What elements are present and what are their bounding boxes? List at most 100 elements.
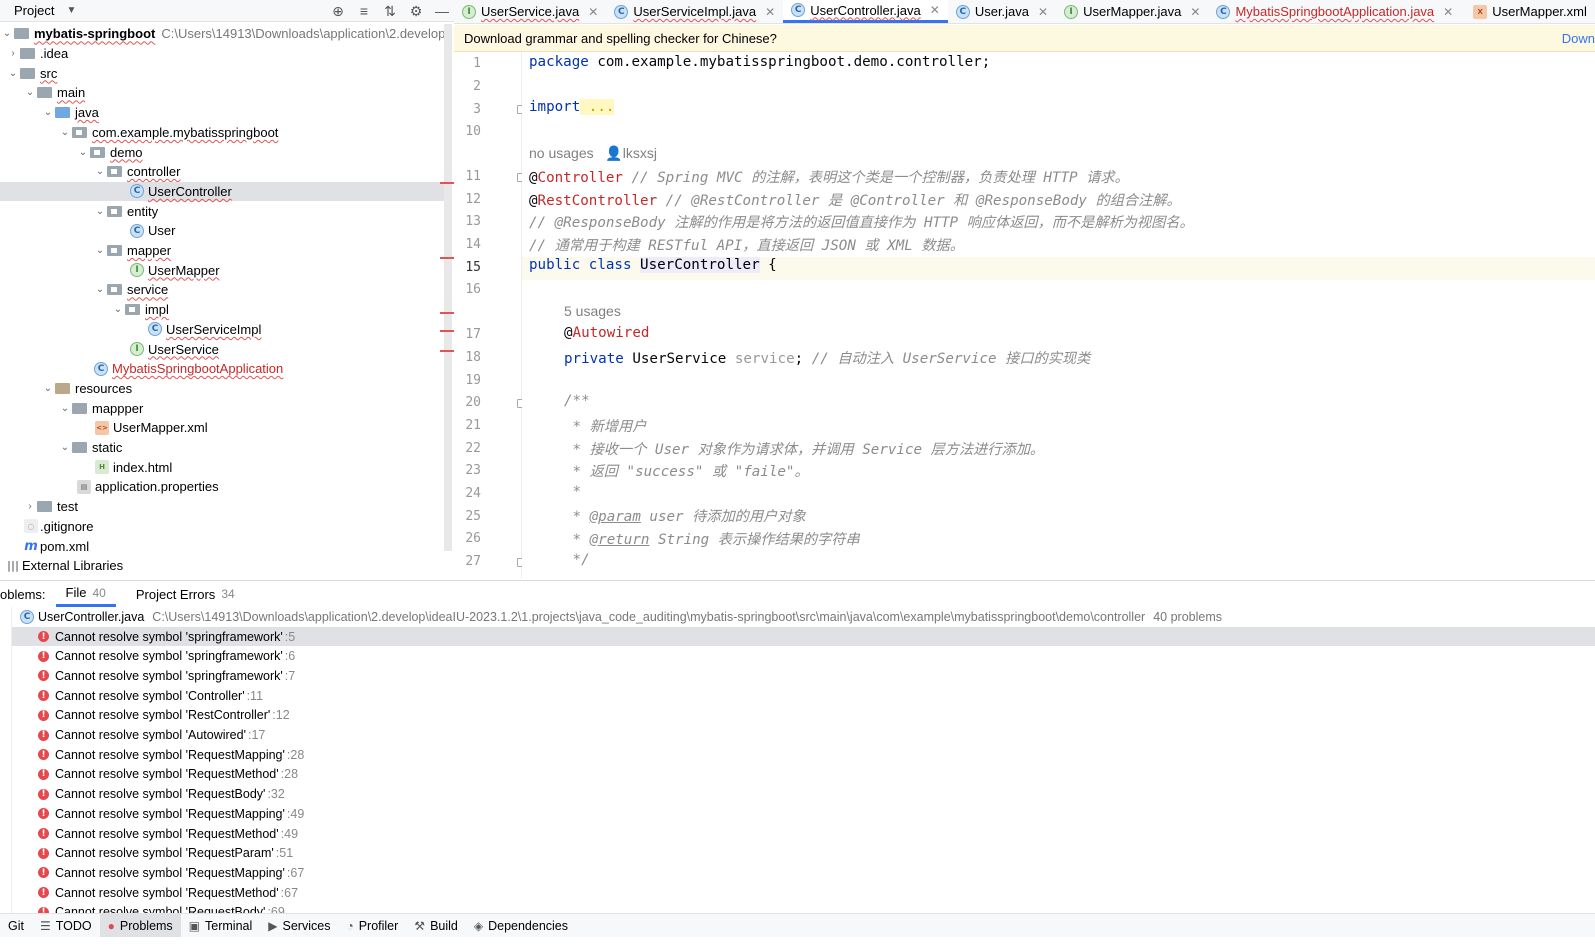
chevron-down-icon[interactable]: ⌄: [93, 284, 107, 295]
problem-item[interactable]: ! Cannot resolve symbol 'springframework'…: [12, 666, 1595, 686]
error-stripe-mark[interactable]: [440, 257, 454, 259]
tree-item-root[interactable]: ⌄ mybatis-springboot C:\Users\14913\Down…: [0, 24, 444, 44]
folded-imports[interactable]: ...: [580, 99, 615, 115]
problem-item[interactable]: ! Cannot resolve symbol 'RestController':…: [12, 706, 1595, 726]
tab-userservice[interactable]: I UserService.java ✕: [454, 0, 606, 23]
close-icon[interactable]: ✕: [1443, 5, 1453, 19]
toolwindow-build[interactable]: ⚒ Build: [406, 914, 466, 938]
chevron-down-icon[interactable]: ⌄: [41, 107, 55, 118]
chevron-down-icon[interactable]: ⌄: [0, 28, 14, 39]
problems-file-row[interactable]: C UserController.java C:\Users\14913\Dow…: [12, 607, 1595, 627]
vertical-scrollbar[interactable]: [444, 24, 452, 551]
close-icon[interactable]: ✕: [930, 3, 940, 17]
chevron-down-icon[interactable]: ⌄: [93, 206, 107, 217]
toolwindow-profiler[interactable]: ◔ Profiler: [338, 914, 406, 938]
chevron-down-icon[interactable]: ▼: [66, 5, 76, 16]
tab-application[interactable]: C MybatisSpringbootApplication.java ✕: [1208, 0, 1461, 23]
tree-item-demo[interactable]: ⌄ demo: [0, 142, 444, 162]
tab-usermapper-xml[interactable]: X UserMapper.xml: [1461, 0, 1595, 23]
tree-item-mapper[interactable]: ⌄ mapper: [0, 241, 444, 261]
tree-item-external-libraries[interactable]: ||| External Libraries: [0, 556, 444, 576]
chevron-down-icon[interactable]: ⌄: [58, 442, 72, 453]
tree-item-java[interactable]: ⌄ java: [0, 103, 444, 123]
problem-item[interactable]: ! Cannot resolve symbol 'RequestMethod':6…: [12, 883, 1595, 903]
tree-item-pom[interactable]: m pom.xml: [0, 536, 444, 556]
gear-icon[interactable]: ⚙: [408, 3, 424, 20]
problem-item[interactable]: ! Cannot resolve symbol 'springframework'…: [12, 626, 1595, 647]
chevron-down-icon[interactable]: ⌄: [23, 87, 37, 98]
close-icon[interactable]: ✕: [588, 5, 598, 19]
toolwindow-services[interactable]: ▶ Services: [260, 914, 338, 938]
tree-item-usercontroller[interactable]: C UserController: [0, 181, 444, 202]
tab-project-errors[interactable]: Project Errors 34: [126, 581, 245, 607]
tree-item-package-root[interactable]: ⌄ com.example.mybatisspringboot: [0, 123, 444, 143]
chevron-down-icon[interactable]: ⌄: [111, 304, 125, 315]
tree-item-resources[interactable]: ⌄ resources: [0, 379, 444, 399]
error-stripe-mark[interactable]: [440, 350, 454, 352]
tree-item-gitignore[interactable]: ◌ .gitignore: [0, 517, 444, 537]
download-link[interactable]: Down: [1562, 31, 1595, 46]
toolwindow-dependencies[interactable]: ◈ Dependencies: [466, 914, 576, 938]
tree-item-userservice[interactable]: I UserService: [0, 339, 444, 359]
tree-item-static[interactable]: ⌄ static: [0, 438, 444, 458]
tree-item-usermapper[interactable]: I UserMapper: [0, 260, 444, 280]
tree-item-application[interactable]: C MybatisSpringbootApplication: [0, 359, 444, 379]
chevron-right-icon[interactable]: ›: [6, 48, 20, 59]
expand-all-icon[interactable]: ≡: [356, 3, 372, 19]
close-icon[interactable]: ✕: [765, 5, 775, 19]
problem-item[interactable]: ! Cannot resolve symbol 'RequestMethod':2…: [12, 765, 1595, 785]
problem-item[interactable]: ! Cannot resolve symbol 'RequestMapping':…: [12, 745, 1595, 765]
tree-item-idea[interactable]: › .idea: [0, 44, 444, 64]
tree-item-index-html[interactable]: H index.html: [0, 457, 444, 477]
toolwindow-problems[interactable]: ● Problems: [99, 913, 181, 938]
tree-item-application-properties[interactable]: ▤ application.properties: [0, 477, 444, 497]
tab-usermapper[interactable]: I UserMapper.java ✕: [1056, 0, 1208, 23]
code-editor[interactable]: package com.example.mybatisspringboot.de…: [522, 52, 1595, 578]
problem-item[interactable]: ! Cannot resolve symbol 'springframework'…: [12, 646, 1595, 666]
close-icon[interactable]: ✕: [1038, 5, 1048, 19]
usages-hint[interactable]: 5 usages: [564, 303, 621, 319]
tab-user[interactable]: C User.java ✕: [948, 0, 1056, 23]
problem-item[interactable]: ! Cannot resolve symbol 'RequestParam':51: [12, 843, 1595, 863]
chevron-down-icon[interactable]: ⌄: [93, 245, 107, 256]
tree-item-mappper[interactable]: ⌄ mappper: [0, 398, 444, 418]
chevron-down-icon[interactable]: ⌄: [58, 127, 72, 138]
toolwindow-git[interactable]: Git: [0, 914, 32, 938]
collapse-all-icon[interactable]: ⇅: [382, 3, 398, 20]
tab-userserviceimpl[interactable]: C UserServiceImpl.java ✕: [606, 0, 783, 23]
tab-usercontroller[interactable]: C UserController.java ✕: [783, 0, 948, 23]
chevron-down-icon[interactable]: ⌄: [6, 68, 20, 79]
tree-item-entity[interactable]: ⌄ entity: [0, 201, 444, 221]
error-stripe-mark[interactable]: [440, 330, 454, 332]
problem-item[interactable]: ! Cannot resolve symbol 'RequestBody':32: [12, 784, 1595, 804]
problem-item[interactable]: ! Cannot resolve symbol 'RequestMapping':…: [12, 804, 1595, 824]
tree-item-usermapper-xml[interactable]: <> UserMapper.xml: [0, 418, 444, 438]
chevron-right-icon[interactable]: ›: [23, 501, 37, 512]
problem-item[interactable]: ! Cannot resolve symbol 'Controller':11: [12, 686, 1595, 706]
chevron-down-icon[interactable]: ⌄: [58, 403, 72, 414]
tree-item-test[interactable]: › test: [0, 497, 444, 517]
problem-item[interactable]: ! Cannot resolve symbol 'RequestMapping':…: [12, 863, 1595, 883]
chevron-down-icon[interactable]: ⌄: [93, 166, 107, 177]
usages-hint[interactable]: no usages 👤lksxsj: [529, 145, 657, 162]
tree-item-service[interactable]: ⌄ service: [0, 280, 444, 300]
tree-item-userserviceimpl[interactable]: C UserServiceImpl: [0, 320, 444, 340]
tree-item-impl[interactable]: ⌄ impl: [0, 300, 444, 320]
problem-item[interactable]: ! Cannot resolve symbol 'Autowired':17: [12, 725, 1595, 745]
tab-file[interactable]: File 40: [55, 581, 116, 607]
locate-icon[interactable]: ⊕: [330, 3, 346, 20]
tree-item-controller[interactable]: ⌄ controller: [0, 162, 444, 182]
project-panel-title[interactable]: Project: [14, 3, 54, 18]
tree-item-src[interactable]: ⌄ src: [0, 63, 444, 83]
error-stripe-mark[interactable]: [440, 312, 454, 314]
toolwindow-terminal[interactable]: ▣ Terminal: [181, 914, 261, 938]
chevron-down-icon[interactable]: ⌄: [76, 147, 90, 158]
tree-item-user[interactable]: C User: [0, 221, 444, 241]
problem-item[interactable]: ! Cannot resolve symbol 'RequestBody':69: [12, 903, 1595, 913]
close-icon[interactable]: ✕: [1190, 5, 1200, 19]
tree-item-main[interactable]: ⌄ main: [0, 83, 444, 103]
toolwindow-todo[interactable]: ☰ TODO: [32, 914, 100, 938]
hide-icon[interactable]: —: [434, 3, 450, 19]
chevron-down-icon[interactable]: ⌄: [41, 383, 55, 394]
error-stripe-mark[interactable]: [440, 182, 454, 184]
